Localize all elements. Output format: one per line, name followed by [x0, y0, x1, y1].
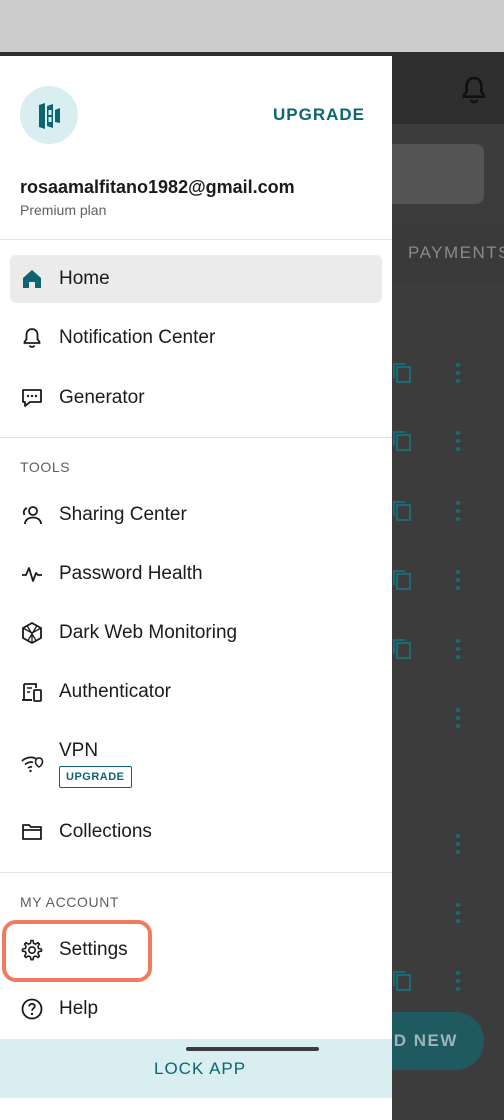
message-icon: [22, 389, 42, 407]
more-icon: [455, 970, 461, 992]
nav-label-help: Help: [59, 998, 99, 1019]
dashlane-logo-icon: [39, 103, 60, 129]
home-indicator[interactable]: [186, 1047, 319, 1051]
more-icon: [455, 902, 461, 924]
nav-label-home: Home: [59, 268, 110, 289]
list-item: [392, 565, 504, 595]
folder-icon: [22, 824, 42, 840]
divider: [0, 437, 392, 438]
nav-label-generator: Generator: [59, 387, 145, 408]
divider: [0, 872, 392, 873]
authenticator-icon: [22, 683, 42, 702]
settings-highlight: [2, 920, 152, 982]
nav-item-authenticator[interactable]: Authenticator: [10, 668, 382, 716]
copy-icon: [393, 639, 411, 659]
lock-app-label: LOCK APP: [154, 1059, 247, 1078]
list-item: [392, 898, 504, 928]
section-title-my-account: MY ACCOUNT: [20, 894, 120, 910]
nav-item-dark-web-monitoring[interactable]: Dark Web Monitoring: [10, 609, 382, 657]
account-plan: Premium plan: [20, 202, 107, 218]
nav-item-notification-center[interactable]: Notification Center: [10, 314, 382, 362]
copy-icon: [393, 971, 411, 991]
more-icon: [455, 569, 461, 591]
nav-label-authenticator: Authenticator: [59, 681, 171, 702]
status-bar: [0, 0, 504, 56]
upgrade-link[interactable]: UPGRADE: [273, 105, 365, 125]
nav-item-generator[interactable]: Generator: [10, 374, 382, 422]
nav-label-vpn: VPN: [59, 740, 99, 761]
copy-icon: [393, 570, 411, 590]
bell-icon: [462, 76, 486, 104]
nav-label-notification-center: Notification Center: [59, 327, 216, 348]
vpn-upgrade-badge[interactable]: UPGRADE: [59, 766, 132, 788]
nav-item-collections[interactable]: Collections: [10, 808, 382, 856]
account-email: rosaamalfitano1982@gmail.com: [20, 177, 295, 197]
copy-icon: [393, 363, 411, 383]
shield-web-icon: [22, 622, 42, 644]
bell-icon: [23, 328, 41, 348]
nav-label-password-health: Password Health: [59, 563, 203, 584]
list-item: [392, 496, 504, 526]
nav-label-sharing-center: Sharing Center: [59, 504, 187, 525]
pulse-icon: [22, 567, 42, 582]
navigation-drawer: UPGRADE rosaamalfitano1982@gmail.com Pre…: [0, 56, 392, 1120]
list-item: [392, 703, 504, 733]
more-icon: [455, 833, 461, 855]
avatar[interactable]: [20, 86, 78, 144]
nav-label-collections: Collections: [59, 821, 152, 842]
users-icon: [22, 506, 42, 525]
wifi-lock-icon: [21, 756, 44, 773]
more-icon: [455, 707, 461, 729]
divider: [0, 239, 392, 240]
list-item: [392, 358, 504, 388]
copy-icon: [393, 501, 411, 521]
list-item: [392, 426, 504, 456]
list-item: [392, 966, 504, 996]
nav-item-password-health[interactable]: Password Health: [10, 550, 382, 598]
section-title-tools: TOOLS: [20, 459, 71, 475]
list-item: [392, 829, 504, 859]
more-icon: [455, 362, 461, 384]
nav-item-sharing-center[interactable]: Sharing Center: [10, 491, 382, 539]
more-icon: [455, 430, 461, 452]
nav-label-dark-web-monitoring: Dark Web Monitoring: [59, 622, 238, 643]
list-item: [392, 634, 504, 664]
nav-item-home[interactable]: Home: [10, 255, 382, 303]
home-icon: [23, 270, 41, 288]
more-icon: [455, 638, 461, 660]
more-icon: [455, 500, 461, 522]
copy-icon: [393, 431, 411, 451]
question-icon: [21, 998, 43, 1020]
nav-item-help[interactable]: Help: [10, 985, 382, 1033]
tab-payments: PAYMENTS: [408, 243, 504, 262]
